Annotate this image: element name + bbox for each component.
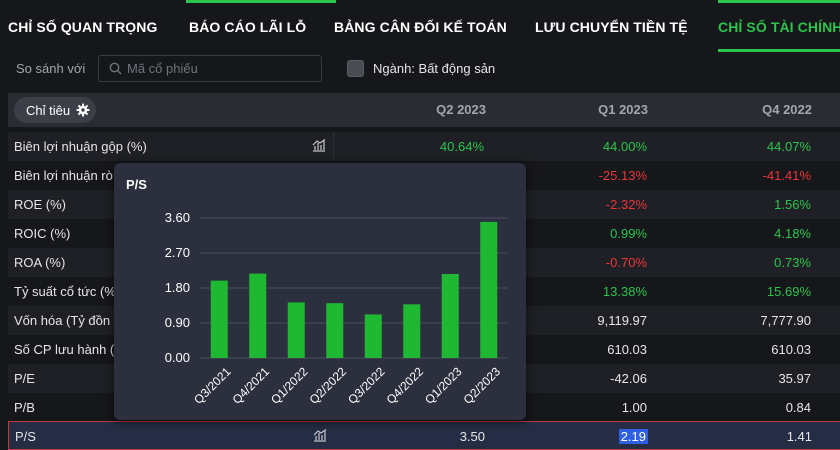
bar[interactable] [364,314,382,358]
row-label: Số CP lưu hành ( [14,342,115,357]
row-label: Biên lợi nhuận gộp (%) [14,139,147,154]
row-value-q1-2023: -42.06 [610,371,647,386]
industry-checkbox[interactable] [347,60,364,77]
row-label: P/E [14,371,35,386]
ps-chart-popup: P/S 0.00 0.90 1.80 2.70 3.60 Q3/2021 Q4/2021 Q1… [114,163,526,420]
y-tick-label: 1.80 [165,280,190,295]
row-value-q1-2023: -2.32% [605,197,647,212]
chart-icon[interactable] [313,429,327,442]
tab-financial-ratios[interactable]: CHỈ SỐ TÀI CHÍNH [718,0,840,52]
row-label: P/B [14,400,35,415]
column-header-q4-2022: Q4 2022 [762,102,812,117]
table-row[interactable]: Biên lợi nhuận gộp (%) 40.64% 44.00% 44.07% [8,132,840,161]
column-header-q2-2023: Q2 2023 [436,102,486,117]
row-value-q4-2022: 35.97 [778,371,811,386]
table-row-ps[interactable]: P/S 3.50 2.19 1.41 [8,421,840,450]
row-value-q4-2022: 4.18% [774,226,811,241]
y-tick-label: 2.70 [165,245,190,260]
row-value-q1-2023: 2.19 [538,429,648,444]
metric-button-label: Chỉ tiêu [26,103,71,118]
row-value-q2-2023: 40.64% [439,139,484,154]
x-tick-label: Q4/2022 [384,364,427,407]
metric-settings-button[interactable]: Chỉ tiêu [14,97,96,123]
bar[interactable] [249,273,267,358]
tab-active-underline [718,49,840,52]
column-divider [333,132,334,161]
x-tick-label: Q2/2023 [461,364,504,407]
bar[interactable] [480,221,498,358]
bar[interactable] [210,280,228,358]
row-value-q4-2022: 1.56% [774,197,811,212]
bar[interactable] [326,303,344,358]
row-label: Vốn hóa (Tỷ đồn [14,313,111,328]
row-value-q4-2022: 15.69% [766,284,811,299]
row-value-q4-2022: 0.84 [785,400,811,415]
tab-balance-sheet[interactable]: BẢNG CÂN ĐỐI KẾ TOÁN [334,0,507,52]
bar[interactable] [441,274,459,358]
x-tick-label: Q3/2022 [345,364,388,407]
compare-label: So sánh với [16,61,86,76]
tab-cash-flow[interactable]: LƯU CHUYỂN TIỀN TỆ [535,0,688,52]
bar[interactable] [403,304,421,358]
row-value-q4-2022: 610.03 [771,342,811,357]
y-tick-label: 0.90 [165,315,190,330]
x-tick-label: Q1/2023 [422,364,465,407]
x-tick-label: Q1/2022 [268,364,311,407]
ticker-search-input[interactable] [127,59,317,78]
bar[interactable] [287,302,305,358]
row-value-q1-2023: 0.99% [610,226,647,241]
row-label: Biên lợi nhuận rò [14,168,113,183]
x-tick-label: Q3/2021 [191,364,234,407]
ps-bar-chart: 0.000.901.802.703.60Q3/2021Q4/2021Q1/202… [165,210,508,407]
row-value-q4-2022: 44.07% [766,139,811,154]
row-label: ROA (%) [14,255,66,270]
row-value-q1-2023: -25.13% [598,168,647,183]
row-label: ROIC (%) [14,226,71,241]
row-value-q1-2023: 610.03 [607,342,647,357]
row-value-q1-2023: 9,119.97 [597,313,647,328]
column-header-q1-2023: Q1 2023 [598,102,648,117]
report-tabs: CHỈ SỐ QUAN TRỌNG BÁO CÁO LÃI LỖ BẢNG CÂ… [0,0,840,52]
y-tick-label: 0.00 [165,350,190,365]
row-value-q2-2023: 3.50 [459,429,485,444]
tab-income-statement[interactable]: BÁO CÁO LÃI LỖ [189,0,306,52]
search-icon [109,62,122,75]
row-value-q1-2023: 13.38% [602,284,647,299]
row-value-q1-2023: 44.00% [602,139,647,154]
row-label: Tỷ suất cổ tức (% [14,284,116,299]
gear-icon [76,103,90,117]
tab-key-indicators[interactable]: CHỈ SỐ QUAN TRỌNG [8,0,157,52]
row-value-q4-2022: 7,777.90 [760,313,811,328]
x-tick-label: Q2/2022 [307,364,350,407]
industry-label: Ngành: Bất động sản [373,61,496,76]
row-label: P/S [15,429,36,444]
row-value-q4-2022: -41.41% [762,168,811,183]
x-tick-label: Q4/2021 [230,364,273,407]
row-value-q4-2022: 0.73% [774,255,811,270]
row-label: ROE (%) [14,197,66,212]
row-value-q1-2023: -0.70% [605,255,647,270]
row-value-q1-2023: 1.00 [621,400,647,415]
ticker-search-box[interactable] [98,55,322,82]
y-tick-label: 3.60 [165,210,190,225]
row-value-q4-2022: 1.41 [786,429,812,444]
selected-text[interactable]: 2.19 [618,429,648,444]
chart-icon[interactable] [312,139,326,152]
